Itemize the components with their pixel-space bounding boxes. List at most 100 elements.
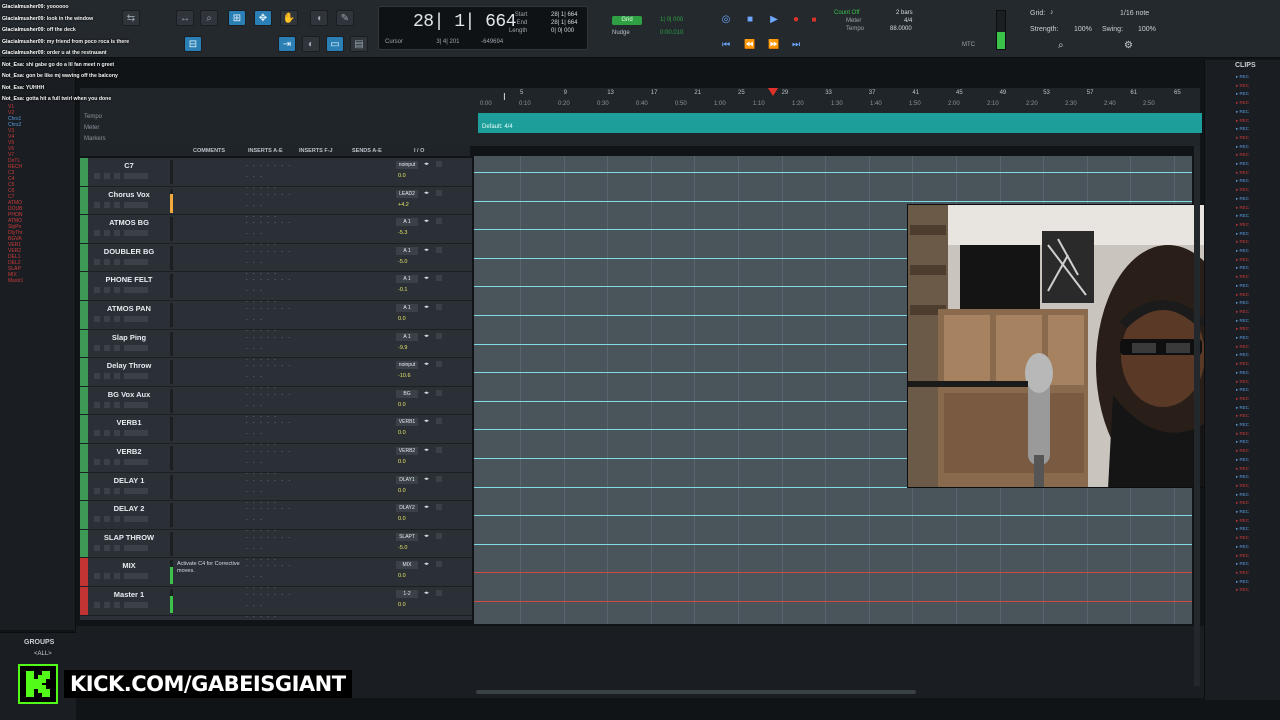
output-selector[interactable]: A 1 xyxy=(396,246,418,255)
track-name[interactable]: BG Vox Aux xyxy=(90,390,168,399)
solo-button[interactable] xyxy=(104,401,110,408)
grid-value[interactable]: 1| 0| 000 xyxy=(660,17,683,23)
solo-button[interactable] xyxy=(104,287,110,294)
record-arm-icon[interactable]: ■ xyxy=(806,12,822,26)
clip-list-item[interactable]: ▸ REC xyxy=(1236,74,1249,80)
clip-list-item[interactable]: ▸ REC xyxy=(1236,170,1249,176)
main-counter[interactable]: 28| 1| 664 Cursor 3| 4| 201 -649694 Star… xyxy=(378,6,588,50)
tempo-ruler-lane[interactable] xyxy=(478,113,1202,133)
inserts-slots[interactable]: · · · · · · · · · · · · · · · xyxy=(246,561,296,591)
inserts-slots[interactable]: · · · · · · · · · · · · · · · xyxy=(246,218,296,248)
clip-list-item[interactable]: ▸ REC xyxy=(1236,292,1249,298)
play-button[interactable]: ▶ xyxy=(766,12,782,26)
clip-list-item[interactable]: ▸ REC xyxy=(1236,544,1249,550)
clip-list-item[interactable]: ▸ REC xyxy=(1236,239,1249,245)
min-secs-ruler[interactable]: 0:00 0:10 0:20 0:30 0:40 0:50 1:00 1:10 1:20 1:30… xyxy=(476,101,1192,110)
vertical-scrollbar[interactable] xyxy=(1194,146,1200,686)
selector-tool-icon[interactable]: ✥ xyxy=(254,10,272,26)
pan-indicator[interactable]: ◂▸ xyxy=(424,275,429,281)
solo-button[interactable] xyxy=(104,316,110,322)
record-enable-button[interactable] xyxy=(94,544,100,551)
io-toggle[interactable] xyxy=(436,590,442,596)
volume-value[interactable]: 0.0 xyxy=(398,488,406,494)
volume-value[interactable]: -9.9 xyxy=(398,345,407,351)
mix-row[interactable]: VERB2 · · · · · · · · · · · · · · · VERB2 ◂▸… xyxy=(80,444,472,477)
mix-row[interactable]: DELAY 2 · · · · · · · · · · · · · · · DLAY2… xyxy=(80,501,472,534)
io-toggle[interactable] xyxy=(436,246,442,253)
clip-list-item[interactable]: ▸ REC xyxy=(1236,396,1249,402)
record-enable-button[interactable] xyxy=(94,573,100,580)
view-selector[interactable] xyxy=(124,516,148,523)
end-value[interactable]: 28| 1| 664 xyxy=(551,19,577,27)
output-selector[interactable]: A 1 xyxy=(396,275,418,284)
io-toggle[interactable] xyxy=(436,361,442,368)
clip-list-item[interactable]: ▸ REC xyxy=(1236,561,1249,567)
track-name[interactable]: VERB2 xyxy=(90,447,168,456)
record-enable-button[interactable] xyxy=(94,602,100,608)
volume-value[interactable]: -5.0 xyxy=(398,259,407,265)
meter-event[interactable]: Default: 4/4 xyxy=(482,124,513,130)
go-to-end-button[interactable]: ⏭ xyxy=(788,38,804,50)
mute-button[interactable] xyxy=(114,287,120,294)
clip-list-item[interactable]: ▸ REC xyxy=(1236,352,1249,358)
clip-list-item[interactable]: ▸ REC xyxy=(1236,152,1249,158)
mix-row[interactable]: Delay Throw · · · · · · · · · · · · · · · n… xyxy=(80,358,472,391)
view-selector[interactable] xyxy=(124,230,148,237)
record-enable-button[interactable] xyxy=(94,344,100,351)
mute-button[interactable] xyxy=(114,230,120,237)
track-name[interactable]: DELAY 2 xyxy=(90,504,168,513)
view-selector[interactable] xyxy=(124,401,148,408)
pan-indicator[interactable]: ◂▸ xyxy=(424,218,429,224)
clip-list-item[interactable]: ▸ REC xyxy=(1236,100,1249,106)
return-to-zero-button[interactable]: ⏮ xyxy=(718,38,734,50)
inserts-slots[interactable]: · · · · · · · · · · · · · · · xyxy=(246,190,296,220)
output-selector[interactable]: A 1 xyxy=(396,218,418,227)
clip-list-item[interactable]: ▸ REC xyxy=(1236,457,1249,463)
record-enable-button[interactable] xyxy=(94,487,100,494)
mix-row[interactable]: ATMOS BG · · · · · · · · · · · · · · · A 1 ◂… xyxy=(80,215,472,248)
volume-value[interactable]: 0.0 xyxy=(398,402,406,408)
track-comment[interactable]: Activate C4 for Corrective moves. xyxy=(177,561,247,575)
groups-all-item[interactable]: <ALL> xyxy=(34,651,52,657)
mix-row[interactable]: ATMOS PAN · · · · · · · · · · · · · · · A 1… xyxy=(80,301,472,334)
volume-value[interactable]: 0.0 xyxy=(398,430,406,436)
meter-value[interactable]: 4/4 xyxy=(904,18,912,24)
clip-list-item[interactable]: ▸ REC xyxy=(1236,248,1249,254)
solo-button[interactable] xyxy=(104,544,110,551)
output-selector[interactable]: noinput xyxy=(396,361,418,370)
track-name[interactable]: DOUBLER BG xyxy=(90,247,168,256)
clip-list-item[interactable]: ▸ REC xyxy=(1236,431,1249,437)
strength-value[interactable]: 100% xyxy=(1074,26,1092,33)
record-enable-button[interactable] xyxy=(94,230,100,237)
mute-button[interactable] xyxy=(114,258,120,265)
clip-list-item[interactable]: ▸ REC xyxy=(1236,196,1249,202)
record-button[interactable]: ● xyxy=(788,12,804,26)
clip-list-item[interactable]: ▸ REC xyxy=(1236,379,1249,385)
link-timeline-icon[interactable]: ▭ xyxy=(326,36,344,52)
clip-list-item[interactable]: ▸ REC xyxy=(1236,553,1249,559)
view-selector[interactable] xyxy=(124,544,148,551)
record-enable-button[interactable] xyxy=(94,459,100,465)
insertion-follows-icon[interactable]: ▤ xyxy=(350,36,368,52)
io-toggle[interactable] xyxy=(436,218,442,225)
clip-list-item[interactable]: ▸ REC xyxy=(1236,300,1249,306)
clip-list-item[interactable]: ▸ REC xyxy=(1236,144,1249,150)
clip-list-item[interactable]: ▸ REC xyxy=(1236,265,1249,271)
mirror-midi-icon[interactable]: ◐ xyxy=(302,36,320,52)
clip-list-item[interactable]: ▸ REC xyxy=(1236,518,1249,524)
grid-right-value[interactable]: 1/16 note xyxy=(1120,10,1149,17)
solo-button[interactable] xyxy=(104,516,110,523)
solo-button[interactable] xyxy=(104,173,110,179)
pencil-tool-icon[interactable]: ✎ xyxy=(336,10,354,26)
volume-value[interactable]: -0.1 xyxy=(398,287,407,293)
clip-list-item[interactable]: ▸ REC xyxy=(1236,483,1249,489)
track-name[interactable]: DELAY 1 xyxy=(90,476,168,485)
pan-indicator[interactable]: ◂▸ xyxy=(424,418,429,424)
volume-value[interactable]: -10.6 xyxy=(398,373,411,379)
clip-list-item[interactable]: ▸ REC xyxy=(1236,187,1249,193)
pan-indicator[interactable]: ◂▸ xyxy=(424,390,429,396)
inserts-slots[interactable]: · · · · · · · · · · · · · · · xyxy=(246,590,296,620)
view-selector[interactable] xyxy=(124,487,148,494)
clip-list-item[interactable]: ▸ REC xyxy=(1236,335,1249,341)
io-toggle[interactable] xyxy=(436,447,442,453)
